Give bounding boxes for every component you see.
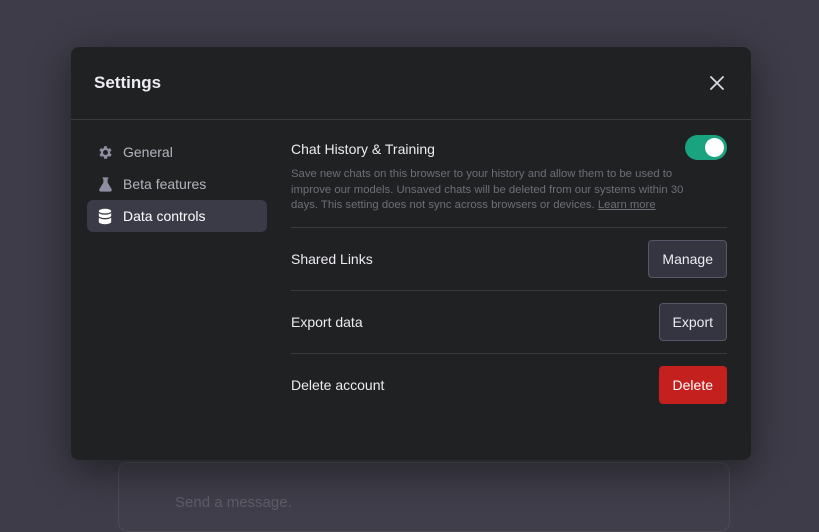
close-icon bbox=[710, 76, 724, 90]
settings-dialog: Settings General Beta features Data cont… bbox=[71, 47, 751, 460]
chat-history-toggle[interactable] bbox=[685, 135, 727, 160]
toggle-knob bbox=[705, 138, 724, 157]
dialog-title: Settings bbox=[94, 73, 162, 92]
chat-history-description: Save new chats on this browser to your h… bbox=[291, 167, 711, 214]
export-data-label: Export data bbox=[291, 313, 363, 330]
sidebar-item-label: General bbox=[123, 144, 173, 160]
learn-more-link[interactable]: Learn more bbox=[598, 199, 656, 211]
chat-history-section: Chat History & Training Save new chats o… bbox=[291, 135, 727, 228]
sidebar-item-data-controls[interactable]: Data controls bbox=[87, 200, 267, 232]
sidebar-item-label: Data controls bbox=[123, 208, 206, 224]
export-data-row: Export data Export bbox=[291, 291, 727, 354]
export-button[interactable]: Export bbox=[658, 302, 727, 341]
manage-button[interactable]: Manage bbox=[648, 239, 727, 278]
delete-account-row: Delete account Delete bbox=[291, 354, 727, 417]
message-input-placeholder: Send a message. bbox=[175, 494, 292, 511]
settings-sidebar: General Beta features Data controls bbox=[87, 136, 267, 232]
gear-icon bbox=[96, 143, 114, 161]
flask-icon bbox=[96, 175, 114, 193]
shared-links-label: Shared Links bbox=[291, 250, 373, 267]
chat-history-title: Chat History & Training bbox=[291, 141, 435, 157]
shared-links-row: Shared Links Manage bbox=[291, 228, 727, 291]
sidebar-item-label: Beta features bbox=[123, 176, 207, 192]
data-controls-panel: Chat History & Training Save new chats o… bbox=[291, 135, 727, 417]
sidebar-item-beta-features[interactable]: Beta features bbox=[87, 168, 267, 200]
sidebar-item-general[interactable]: General bbox=[87, 136, 267, 168]
close-button[interactable] bbox=[705, 71, 729, 95]
delete-button[interactable]: Delete bbox=[658, 366, 727, 404]
delete-account-label: Delete account bbox=[291, 377, 385, 393]
database-icon bbox=[96, 207, 114, 225]
dialog-header: Settings bbox=[71, 47, 751, 120]
